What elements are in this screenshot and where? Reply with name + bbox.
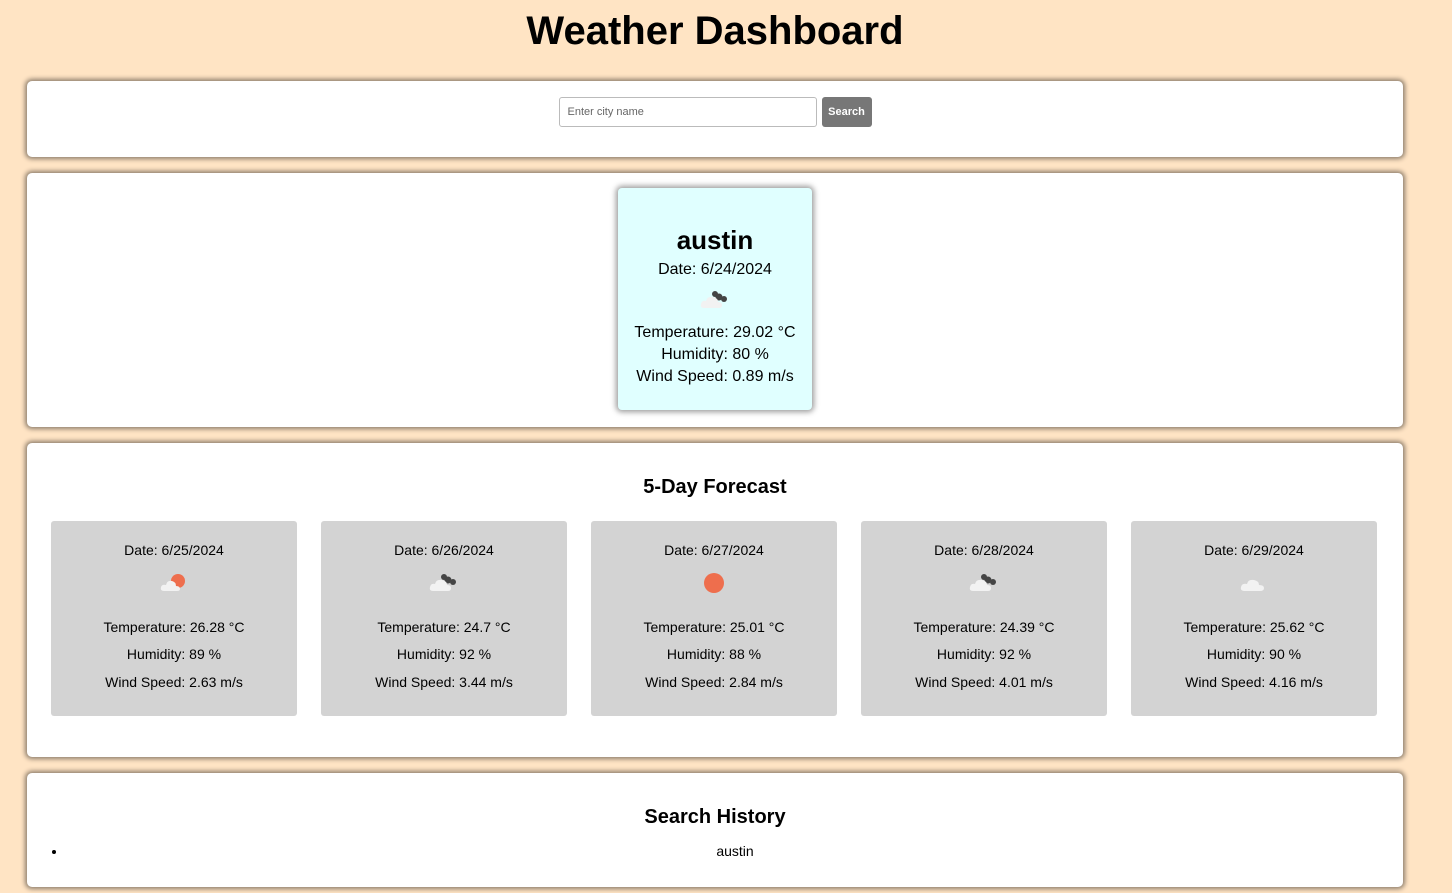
city-search-input[interactable] <box>558 97 817 127</box>
forecast-humidity: Humidity: 92 % <box>396 646 492 662</box>
search-form: Search <box>27 97 1403 127</box>
forecast-date: Date: 6/26/2024 <box>394 542 494 558</box>
forecast-date: Date: 6/28/2024 <box>934 542 1034 558</box>
forecast-temperature: Temperature: 25.62 °C <box>1183 619 1325 635</box>
scattered-clouds-icon <box>1131 563 1377 603</box>
forecast-date: Date: 6/29/2024 <box>1204 542 1304 558</box>
forecast-cards: Date: 6/25/2024 Temperature: 26.28 °C Hu… <box>51 521 1377 716</box>
forecast-wind-speed: Wind Speed: 4.01 m/s <box>915 674 1053 690</box>
current-weather-panel: austin Date: 6/24/2024 Temperature: 29.0… <box>27 173 1403 427</box>
forecast-humidity: Humidity: 89 % <box>126 646 222 662</box>
broken-clouds-icon <box>618 284 812 316</box>
current-temperature: Temperature: 29.02 °C <box>634 324 796 341</box>
forecast-date: Date: 6/27/2024 <box>664 542 764 558</box>
forecast-wind-speed: Wind Speed: 3.44 m/s <box>375 674 513 690</box>
few-clouds-icon <box>51 563 297 603</box>
current-wind-speed: Wind Speed: 0.89 m/s <box>636 368 794 385</box>
forecast-card: Date: 6/26/2024 Temperature: 24.7 °C Hum… <box>321 521 567 716</box>
forecast-card: Date: 6/27/2024 Temperature: 25.01 °C Hu… <box>591 521 837 716</box>
forecast-card: Date: 6/28/2024 Temperature: 24.39 °C Hu… <box>861 521 1107 716</box>
forecast-temperature: Temperature: 26.28 °C <box>103 619 245 635</box>
forecast-card: Date: 6/29/2024 Temperature: 25.62 °C Hu… <box>1131 521 1377 716</box>
search-history-panel: Search History austin <box>27 773 1403 887</box>
search-history-title: Search History <box>644 806 786 828</box>
forecast-panel: 5-Day Forecast Date: 6/25/2024 Temperatu… <box>27 443 1403 757</box>
forecast-temperature: Temperature: 25.01 °C <box>643 619 785 635</box>
forecast-temperature: Temperature: 24.39 °C <box>913 619 1055 635</box>
forecast-humidity: Humidity: 90 % <box>1206 646 1302 662</box>
forecast-wind-speed: Wind Speed: 4.16 m/s <box>1185 674 1323 690</box>
forecast-humidity: Humidity: 92 % <box>936 646 1032 662</box>
current-date: Date: 6/24/2024 <box>658 261 772 278</box>
forecast-humidity: Humidity: 88 % <box>666 646 762 662</box>
search-history-list: austin <box>27 843 1403 859</box>
search-history-item[interactable]: austin <box>67 843 1403 859</box>
forecast-wind-speed: Wind Speed: 2.84 m/s <box>645 674 783 690</box>
current-city-name: austin <box>676 225 754 255</box>
broken-clouds-icon <box>861 563 1107 603</box>
forecast-title: 5-Day Forecast <box>643 476 787 498</box>
forecast-wind-speed: Wind Speed: 2.63 m/s <box>105 674 243 690</box>
clear-sky-icon <box>591 563 837 603</box>
forecast-card: Date: 6/25/2024 Temperature: 26.28 °C Hu… <box>51 521 297 716</box>
current-weather-card: austin Date: 6/24/2024 Temperature: 29.0… <box>618 188 812 410</box>
page-title: Weather Dashboard <box>526 9 904 53</box>
broken-clouds-icon <box>321 563 567 603</box>
search-panel: Search <box>27 81 1403 157</box>
forecast-temperature: Temperature: 24.7 °C <box>377 619 511 635</box>
forecast-date: Date: 6/25/2024 <box>124 542 224 558</box>
search-button[interactable]: Search <box>821 97 872 127</box>
current-humidity: Humidity: 80 % <box>661 346 769 363</box>
